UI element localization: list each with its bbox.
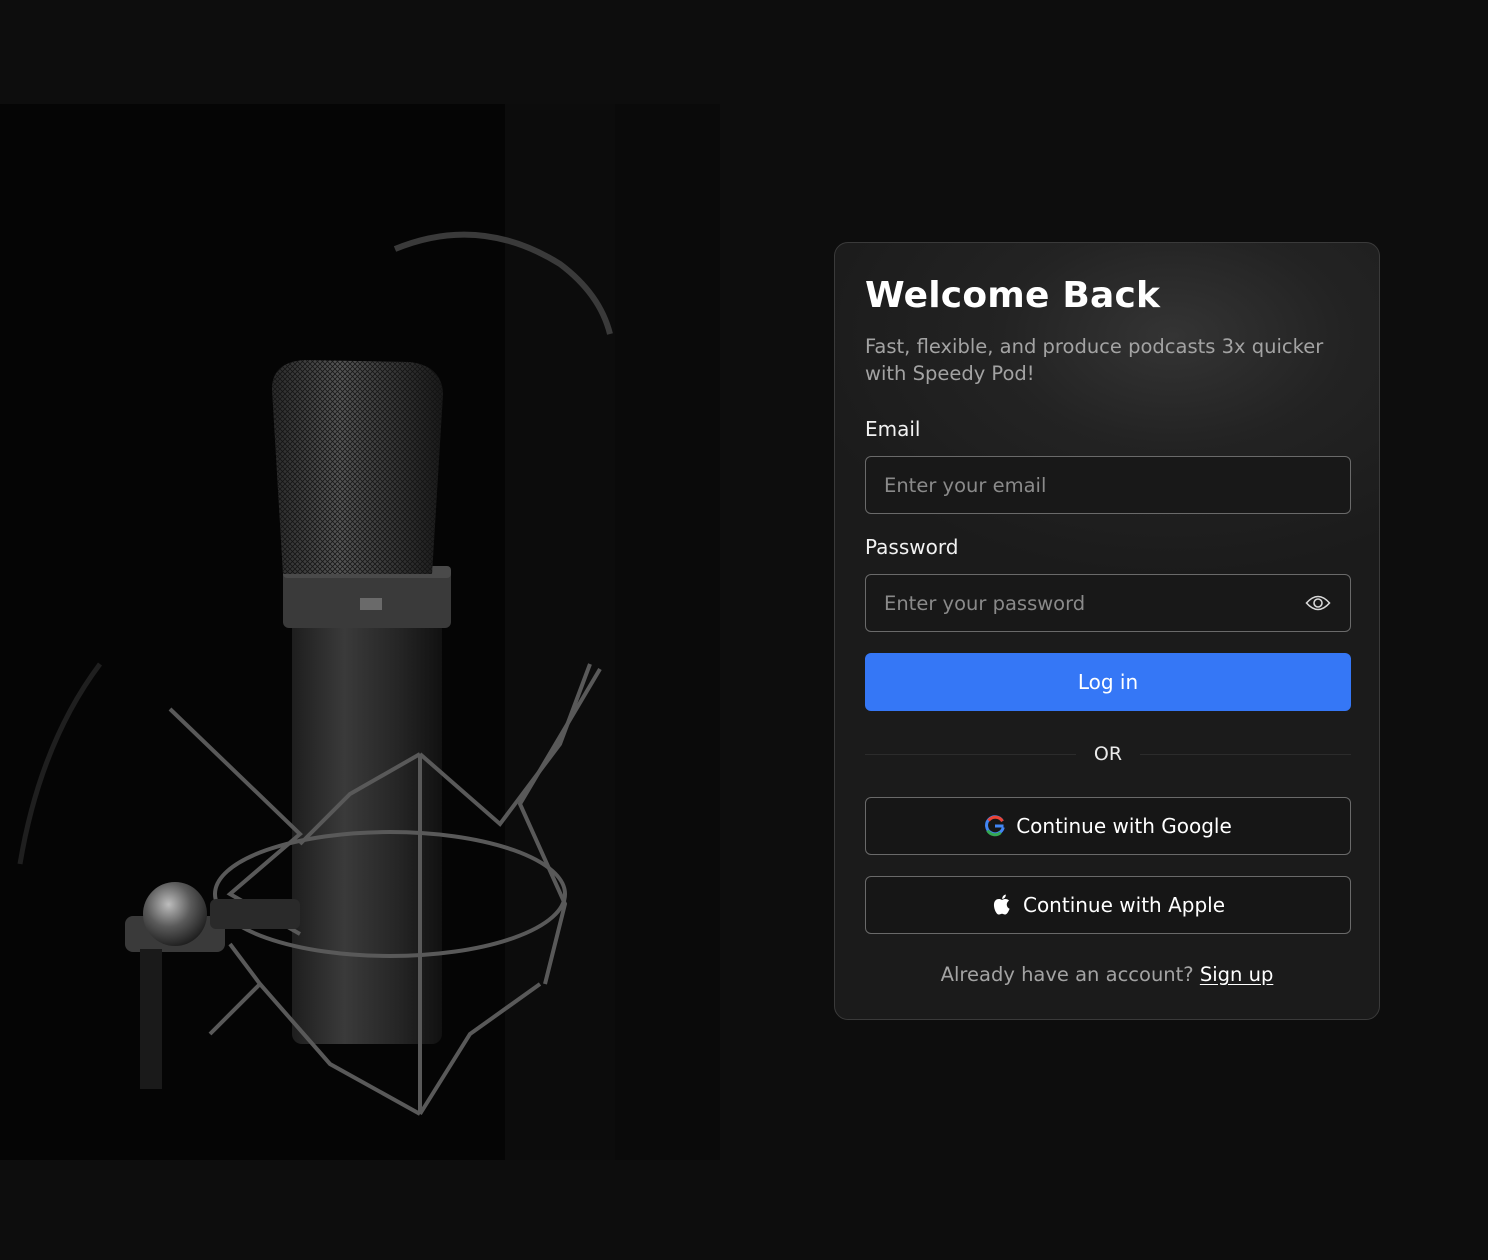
divider-text: OR (1093, 743, 1123, 765)
email-field[interactable] (865, 456, 1351, 514)
signup-prompt-text: Already have an account? (940, 963, 1200, 986)
apple-button-label: Continue with Apple (1022, 893, 1225, 917)
login-button[interactable]: Log in (865, 653, 1351, 711)
signup-link[interactable]: Sign up (1200, 963, 1273, 986)
login-card: Welcome Back Fast, flexible, and produce… (834, 242, 1380, 1020)
eye-icon[interactable] (1304, 593, 1332, 613)
password-input[interactable] (884, 591, 1296, 615)
email-label: Email (865, 417, 921, 441)
signup-prompt: Already have an account? Sign up (835, 963, 1379, 986)
email-input[interactable] (884, 473, 1332, 497)
google-button[interactable]: Continue with Google (865, 797, 1351, 855)
password-label: Password (865, 535, 959, 559)
apple-button[interactable]: Continue with Apple (865, 876, 1351, 934)
page-title: Welcome Back (865, 275, 1161, 316)
divider-line-left (865, 753, 1076, 755)
google-button-label: Continue with Google (1016, 814, 1232, 838)
apple-icon (991, 894, 1013, 916)
or-divider: OR (865, 741, 1352, 767)
page-subtitle: Fast, flexible, and produce podcasts 3x … (865, 335, 1324, 385)
hero-image-microphone (0, 104, 720, 1160)
divider-line-right (1140, 753, 1352, 755)
password-field[interactable] (865, 574, 1351, 632)
google-icon (984, 815, 1006, 837)
